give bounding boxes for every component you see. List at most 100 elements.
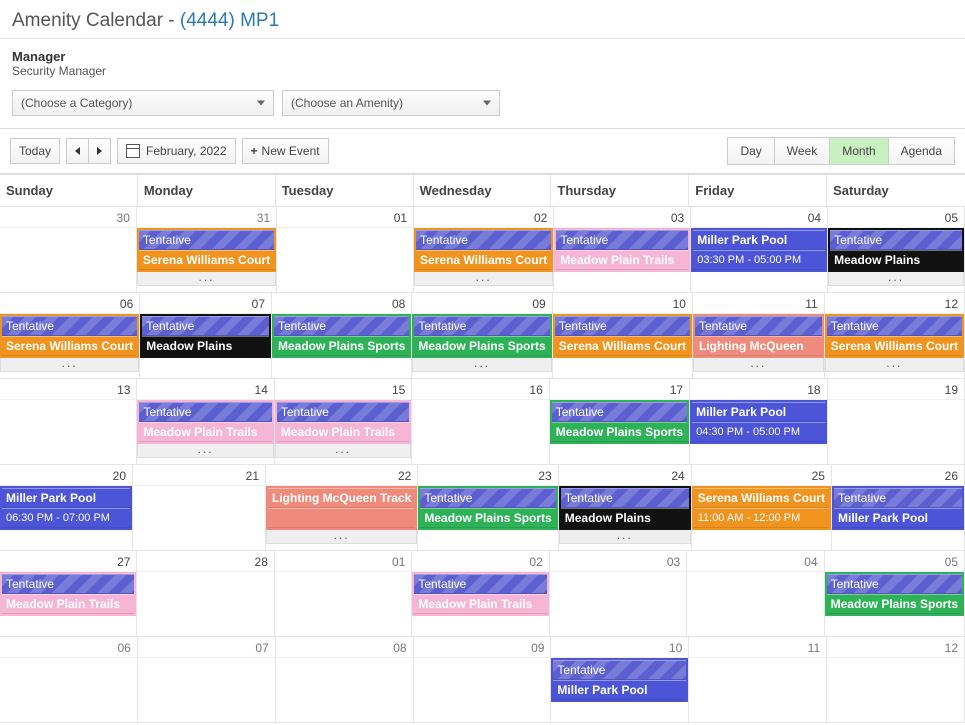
day-cell[interactable]: 21 (133, 465, 266, 551)
day-number: 08 (272, 293, 411, 314)
event[interactable]: Miller Park Pool 06:30 PM - 07:00 PM (0, 486, 132, 530)
more-button[interactable]: ... (275, 444, 411, 458)
day-cell[interactable]: 12 (827, 637, 965, 723)
more-button[interactable]: ... (0, 358, 139, 372)
day-cell[interactable]: 18 Miller Park Pool 04:30 PM - 05:00 PM (690, 379, 827, 465)
day-cell[interactable]: 06 Tentative Serena Williams Court ... (0, 293, 140, 379)
day-cell[interactable]: 04 (687, 551, 824, 637)
day-cell[interactable]: 05 Tentative Meadow Plains Sports (825, 551, 965, 637)
day-cell[interactable]: 23 Tentative Meadow Plains Sports (418, 465, 558, 551)
event[interactable]: Tentative Serena Williams Court (0, 314, 139, 358)
today-button[interactable]: Today (10, 138, 60, 164)
amenity-link[interactable]: (4444) MP1 (180, 10, 279, 31)
event[interactable]: Tentative Meadow Plains (559, 486, 691, 530)
event-status: Tentative (556, 405, 604, 419)
more-button[interactable]: ... (693, 358, 824, 372)
event[interactable]: Tentative Meadow Plains Sports (412, 314, 551, 358)
event-title: Miller Park Pool (838, 511, 928, 525)
more-button[interactable]: ... (412, 358, 551, 372)
category-select[interactable]: (Choose a Category) (12, 90, 274, 116)
event-title: Lighting McQueen Track (272, 491, 411, 505)
event[interactable]: Tentative Lighting McQueen (693, 314, 824, 358)
day-cell[interactable]: 11 (689, 637, 827, 723)
day-cell[interactable]: 10 Tentative Miller Park Pool (551, 637, 689, 723)
day-cell[interactable]: 03 (550, 551, 687, 637)
day-cell[interactable]: 08 Tentative Meadow Plains Sports (272, 293, 412, 379)
amenity-select[interactable]: (Choose an Amenity) (282, 90, 500, 116)
day-cell[interactable]: 09 (414, 637, 552, 723)
event[interactable]: Miller Park Pool 03:30 PM - 05:00 PM (691, 228, 827, 272)
event[interactable]: Tentative Meadow Plains (828, 228, 964, 272)
day-cell[interactable]: 04 Miller Park Pool 03:30 PM - 05:00 PM (691, 207, 828, 293)
day-cell[interactable]: 15 Tentative Meadow Plain Trails ... (275, 379, 412, 465)
day-cell[interactable]: 14 Tentative Meadow Plain Trails ... (137, 379, 274, 465)
event[interactable]: Tentative Miller Park Pool (551, 658, 688, 702)
day-cell[interactable]: 12 Tentative Serena Williams Court ... (825, 293, 965, 379)
day-cell[interactable]: 20 Miller Park Pool 06:30 PM - 07:00 PM (0, 465, 133, 551)
new-event-button[interactable]: + New Event (242, 138, 329, 164)
view-day[interactable]: Day (728, 138, 773, 164)
event[interactable]: Lighting McQueen Track (266, 486, 417, 530)
event[interactable]: Tentative Meadow Plain Trails (275, 400, 411, 444)
day-cell[interactable]: 25 Serena Williams Court 11:00 AM - 12:0… (692, 465, 832, 551)
day-cell[interactable]: 08 (276, 637, 414, 723)
event[interactable]: Tentative Meadow Plains Sports (418, 486, 557, 530)
day-cell[interactable]: 16 (412, 379, 549, 465)
day-cell[interactable]: 27 Tentative Meadow Plain Trails (0, 551, 137, 637)
event-time: 06:30 PM - 07:00 PM (6, 512, 110, 524)
day-cell[interactable]: 05 Tentative Meadow Plains ... (828, 207, 965, 293)
day-cell[interactable]: 19 (828, 379, 965, 465)
day-number: 24 (559, 465, 691, 486)
day-cell[interactable]: 07 Tentative Meadow Plains (140, 293, 272, 379)
new-event-label: New Event (262, 144, 320, 158)
event[interactable]: Miller Park Pool 04:30 PM - 05:00 PM (690, 400, 826, 444)
day-cell[interactable]: 24 Tentative Meadow Plains ... (559, 465, 692, 551)
day-cell[interactable]: 03 Tentative Meadow Plain Trails (554, 207, 691, 293)
event[interactable]: Tentative Serena Williams Court (825, 314, 964, 358)
event[interactable]: Tentative Meadow Plains Sports (272, 314, 411, 358)
event[interactable]: Tentative Serena Williams Court (553, 314, 692, 358)
event[interactable]: Tentative Miller Park Pool (832, 486, 964, 530)
day-cell[interactable]: 02 Tentative Meadow Plain Trails (412, 551, 549, 637)
event[interactable]: Tentative Meadow Plain Trails (554, 228, 690, 272)
period-picker[interactable]: February, 2022 (117, 138, 236, 164)
view-agenda[interactable]: Agenda (888, 138, 954, 164)
view-month[interactable]: Month (829, 138, 887, 164)
day-cell[interactable]: 30 (0, 207, 137, 293)
day-cell[interactable]: 01 (275, 551, 412, 637)
day-cell[interactable]: 07 (138, 637, 276, 723)
more-button[interactable]: ... (559, 530, 691, 544)
event[interactable]: Serena Williams Court 11:00 AM - 12:00 P… (692, 486, 831, 530)
event[interactable]: Tentative Meadow Plain Trails (137, 400, 273, 444)
event[interactable]: Tentative Meadow Plains Sports (550, 400, 689, 444)
day-cell[interactable]: 17 Tentative Meadow Plains Sports (550, 379, 690, 465)
event[interactable]: Tentative Meadow Plains Sports (825, 572, 964, 616)
event[interactable]: Tentative Meadow Plain Trails (0, 572, 136, 616)
day-cell[interactable]: 22 Lighting McQueen Track ... (266, 465, 418, 551)
day-number: 04 (687, 551, 823, 572)
prev-button[interactable] (66, 138, 88, 164)
more-button[interactable]: ... (137, 444, 273, 458)
event[interactable]: Tentative Meadow Plains (140, 314, 271, 358)
day-cell[interactable]: 02 Tentative Serena Williams Court ... (414, 207, 554, 293)
next-button[interactable] (88, 138, 111, 164)
more-button[interactable]: ... (137, 272, 276, 286)
view-week[interactable]: Week (774, 138, 829, 164)
day-cell[interactable]: 06 (0, 637, 138, 723)
day-cell[interactable]: 31 Tentative Serena Williams Court ... (137, 207, 277, 293)
more-button[interactable]: ... (828, 272, 964, 286)
day-cell[interactable]: 10 Tentative Serena Williams Court (553, 293, 693, 379)
day-cell[interactable]: 13 (0, 379, 137, 465)
day-cell[interactable]: 09 Tentative Meadow Plains Sports ... (412, 293, 552, 379)
more-button[interactable]: ... (825, 358, 964, 372)
event[interactable]: Tentative Serena Williams Court (414, 228, 553, 272)
event-status: Tentative (6, 319, 54, 333)
day-cell[interactable]: 01 (277, 207, 414, 293)
event[interactable]: Tentative Serena Williams Court (137, 228, 276, 272)
day-cell[interactable]: 28 (137, 551, 274, 637)
day-cell[interactable]: 11 Tentative Lighting McQueen ... (693, 293, 825, 379)
more-button[interactable]: ... (266, 530, 417, 544)
day-cell[interactable]: 26 Tentative Miller Park Pool (832, 465, 965, 551)
event[interactable]: Tentative Meadow Plain Trails (412, 572, 548, 616)
more-button[interactable]: ... (414, 272, 553, 286)
